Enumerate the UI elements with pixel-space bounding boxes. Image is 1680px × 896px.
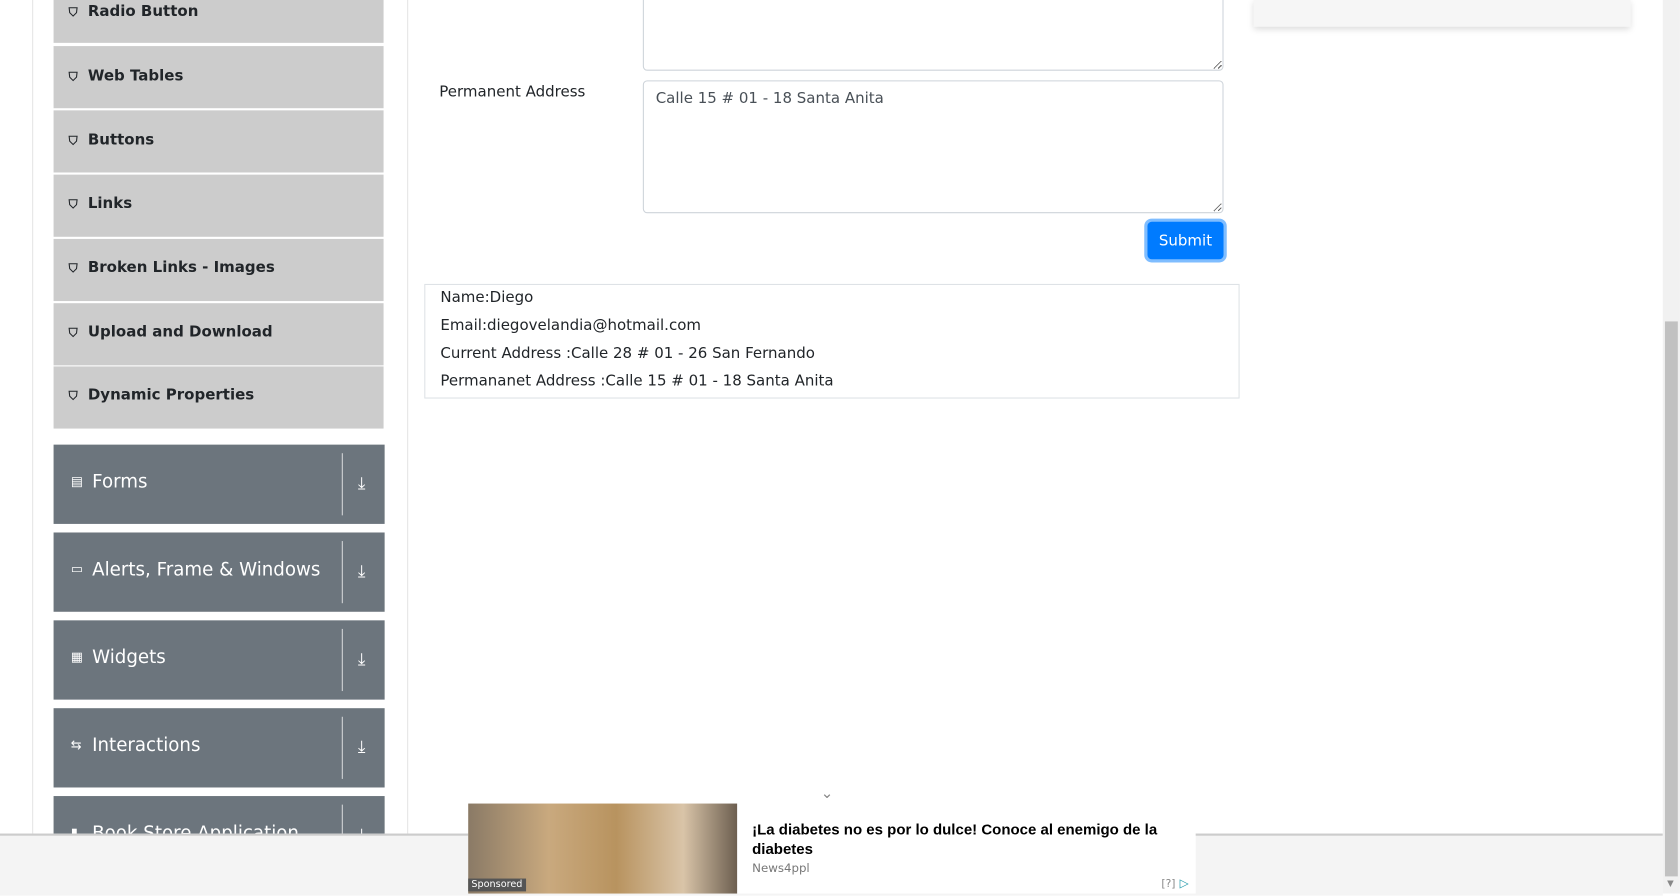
left-border [32, 0, 34, 834]
group-interactions[interactable]: ⇆ Interactions ⤓ [53, 708, 385, 788]
sidebar-item-upload-download[interactable]: ⛉ Upload and Download [53, 303, 384, 366]
collapse-chevron-icon[interactable]: ⌄ [821, 785, 834, 802]
interactions-icon: ⇆ [70, 737, 82, 753]
sidebar-border [407, 0, 409, 834]
divider [341, 453, 343, 516]
sidebar-item-broken-links[interactable]: ⛉ Broken Links - Images [53, 238, 384, 302]
group-widgets[interactable]: ▦ Widgets ⤓ [53, 620, 385, 700]
current-address-textarea[interactable] [642, 0, 1224, 71]
permanent-address-label: Permanent Address [439, 83, 586, 101]
widgets-icon: ▦ [70, 649, 83, 665]
output-box: Name:Diego Email:diegovelandia@hotmail.c… [424, 283, 1240, 399]
sponsored-ad[interactable]: Sponsored ¡La diabetes no es por lo dulc… [468, 803, 1196, 894]
sidebar-item-links[interactable]: ⛉ Links [53, 174, 384, 237]
html5-icon: ⛉ [68, 261, 78, 276]
ad-headline[interactable]: ¡La diabetes no es por lo dulce! Conoce … [752, 820, 1191, 859]
sponsored-label: Sponsored [468, 878, 526, 892]
group-alerts[interactable]: ▭ Alerts, Frame & Windows ⤓ [53, 532, 385, 612]
download-arrow-icon: ⤓ [357, 736, 366, 757]
html5-icon: ⛉ [68, 5, 78, 20]
submit-button[interactable]: Submit [1147, 221, 1224, 260]
html5-icon: ⛉ [68, 325, 78, 340]
scrollbar-thumb[interactable] [1664, 321, 1678, 877]
output-permanent-address: Permananet Address :Calle 15 # 01 - 18 S… [440, 372, 834, 390]
ad-banner-top[interactable] [1253, 0, 1631, 27]
html5-icon: ⛉ [68, 133, 78, 148]
html5-icon: ⛉ [68, 69, 78, 84]
divider [341, 541, 343, 604]
group-forms[interactable]: ▤ Forms ⤓ [53, 444, 385, 524]
scroll-down-icon[interactable]: ▼ [1667, 879, 1674, 889]
download-arrow-icon: ⤓ [357, 560, 366, 581]
output-email: Email:diegovelandia@hotmail.com [440, 317, 701, 335]
scrollbar[interactable]: ▼ [1662, 0, 1680, 894]
permanent-address-textarea[interactable]: Calle 15 # 01 - 18 Santa Anita [642, 80, 1224, 214]
sidebar-item-web-tables[interactable]: ⛉ Web Tables [53, 46, 384, 109]
html5-icon: ⛉ [68, 388, 78, 403]
divider [341, 628, 343, 692]
download-arrow-icon: ⤓ [357, 472, 366, 493]
ad-info[interactable]: [?] [1161, 879, 1175, 891]
html5-icon: ⛉ [68, 197, 78, 212]
form-icon: ▤ [70, 473, 83, 489]
sidebar-item-buttons[interactable]: ⛉ Buttons [53, 110, 384, 173]
sidebar-item-dynamic-properties[interactable]: ⛉ Dynamic Properties [53, 366, 384, 429]
sidebar-item-radio-button[interactable]: ⛉ Radio Button [53, 0, 384, 43]
ad-source: News4ppl [752, 861, 810, 876]
download-arrow-icon: ⤓ [357, 648, 366, 669]
output-name: Name:Diego [440, 289, 534, 307]
divider [341, 716, 343, 779]
window-icon: ▭ [70, 561, 83, 577]
output-current-address: Current Address :Calle 28 # 01 - 26 San … [440, 344, 815, 363]
adchoices-icon[interactable]: ▷ [1180, 876, 1189, 890]
